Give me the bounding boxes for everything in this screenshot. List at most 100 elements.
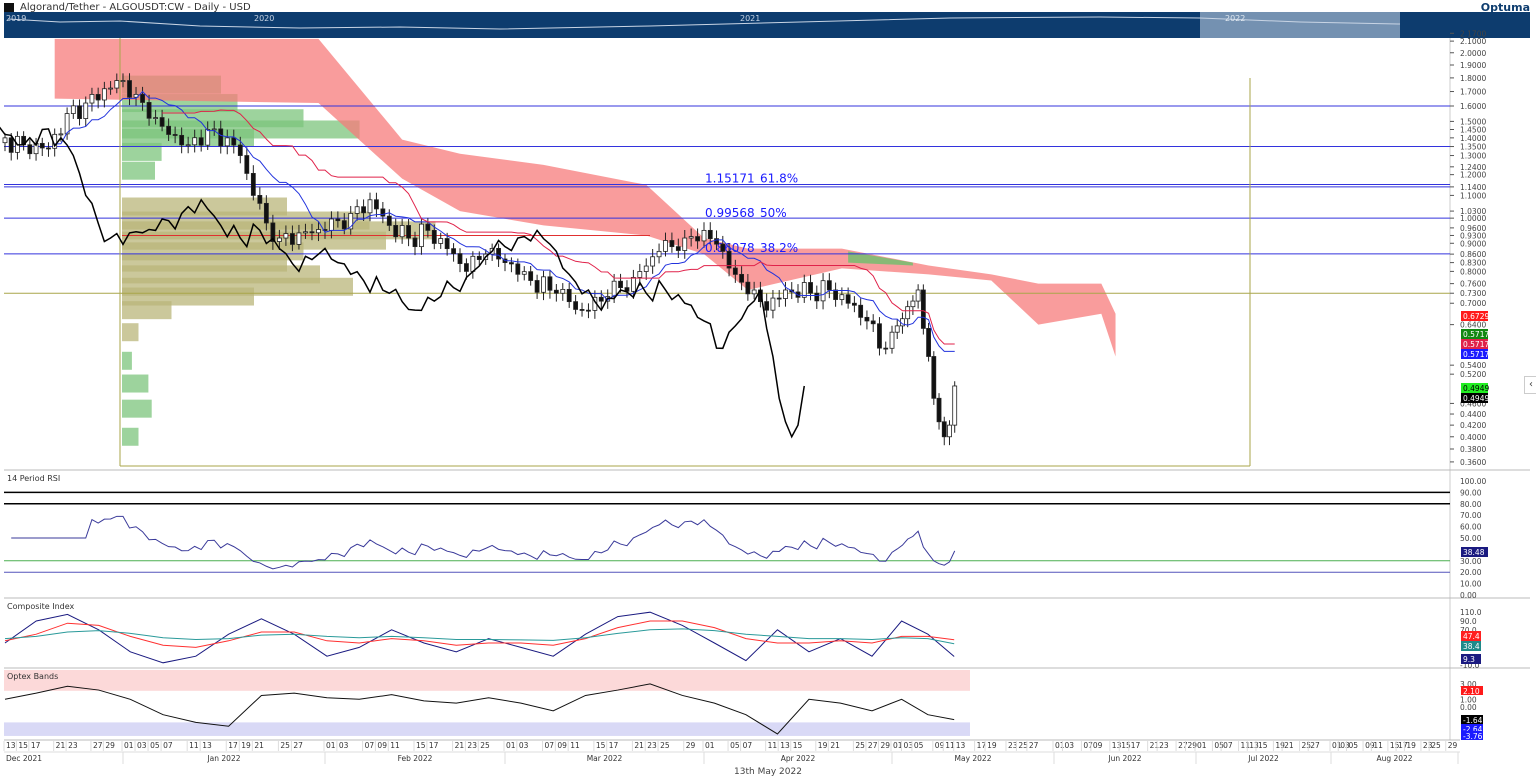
candle-body [250, 173, 256, 196]
date-tick-label: 05 [914, 741, 924, 750]
price-label-value: 0.5717 [1463, 350, 1489, 359]
date-tick-label: 13 [780, 741, 790, 750]
candle-body [172, 134, 178, 136]
optex-panel: 3.001.000.002.10-1.64-2.64-3.76 [4, 670, 1483, 741]
candle-body [361, 206, 366, 214]
date-tick-label: 07 [1223, 741, 1233, 750]
date-tick-label: 21 [634, 741, 644, 750]
date-tick-label: 29 [105, 741, 115, 750]
volume-profile-bar [122, 142, 162, 161]
month-label: Feb 2022 [398, 754, 433, 763]
candle-body [386, 215, 392, 226]
candle-body [457, 253, 463, 264]
candle-body [839, 294, 845, 300]
date-tick-label: 01 [506, 741, 516, 750]
date-tick-label: 21 [56, 741, 66, 750]
candle-body [476, 255, 482, 260]
candle-body [521, 271, 527, 275]
candle-body [406, 225, 411, 239]
date-tick-label: 23 [647, 741, 657, 750]
date-tick-label: 15 [1121, 741, 1131, 750]
candle-body [852, 302, 857, 306]
date-tick-label: 27 [868, 741, 878, 750]
date-tick-label: 19 [987, 741, 997, 750]
date-tick-label: 05 [150, 741, 160, 750]
rsi-tick-label: 0.00 [1460, 591, 1477, 600]
price-tick-label: 0.9000 [1460, 239, 1486, 248]
candle-body [560, 288, 566, 294]
candle-body [826, 280, 832, 291]
candle-body [393, 225, 399, 238]
candle-body [231, 137, 237, 146]
candle-body [598, 296, 604, 302]
candle-body [58, 133, 64, 136]
date-tick-label: 13 [1112, 741, 1122, 750]
candle-body [509, 262, 514, 265]
optex-upper-band [4, 670, 970, 691]
price-label-value: 0.5717 [1463, 330, 1489, 339]
date-tick-label: 27 [1029, 741, 1039, 750]
price-tick-label: 0.6400 [1460, 321, 1486, 330]
date-tick-label: 15 [416, 741, 426, 750]
candle-body [2, 137, 8, 144]
candle-body [547, 276, 553, 291]
composite-tick-label: 90.0 [1460, 617, 1477, 626]
candle-body [745, 281, 751, 295]
candle-body [770, 297, 776, 311]
chart-canvas[interactable]: 2019 2020 2021 2022 1.15171 61.8% 0.99568 5… [0, 0, 1536, 783]
nav-year-2019: 2019 [6, 14, 26, 23]
date-tick-label: 27 [1178, 741, 1188, 750]
date-tick-label: 25 [855, 741, 865, 750]
candle-body [764, 301, 770, 311]
date-tick-label: 29 [880, 741, 890, 750]
price-tick-label: 0.7600 [1460, 280, 1486, 289]
date-tick-label: 07 [545, 741, 555, 750]
price-tick-label: 1.0000 [1460, 214, 1486, 223]
date-tick-label: 27 [93, 741, 103, 750]
candle-body [335, 218, 341, 222]
candle-body [438, 238, 444, 244]
date-tick-label: 25 [280, 741, 290, 750]
date-tick-label: 25 [660, 741, 670, 750]
volume-profile-bar [122, 301, 172, 320]
date-tick-label: 21 [1150, 741, 1160, 750]
candle-body [947, 424, 952, 438]
rsi-tick-label: 60.00 [1460, 523, 1482, 532]
date-tick-label: 17 [228, 741, 238, 750]
candle-body [783, 289, 788, 299]
date-tick-label: 17 [31, 741, 41, 750]
price-label-value: 0.4949 [1463, 394, 1489, 403]
date-tick-label: 23 [1159, 741, 1169, 750]
date-tick-label: 11 [390, 741, 400, 750]
optex-value: 2.10 [1463, 687, 1480, 696]
month-label: Mar 2022 [587, 754, 623, 763]
date-tick-label: 01 [1197, 741, 1207, 750]
date-tick-label: 11 [768, 741, 778, 750]
volume-profile-bar [122, 161, 155, 180]
candle-body [936, 397, 942, 423]
candle-body [695, 236, 700, 242]
composite-slow-line [4, 620, 955, 648]
candle-body [720, 243, 726, 252]
candle-body [877, 323, 882, 349]
price-label-value: 0.5717 [1463, 340, 1489, 349]
candle-body [237, 144, 243, 156]
candle-body [541, 276, 546, 293]
composite-value: 9.3 [1463, 655, 1475, 664]
candle-body [586, 309, 591, 312]
fib-price-label: 1.15171 [705, 171, 755, 185]
date-tick-label: 21 [1284, 741, 1294, 750]
candle-body [883, 347, 889, 350]
date-axis: 13 15 17 21 23 27 29Dec 202101 03 05 07 11 13 17 19 21… [3, 741, 1460, 764]
candle-body [205, 129, 211, 146]
candle-body [276, 237, 282, 242]
rsi-value: 38.48 [1463, 548, 1485, 557]
rsi-tick-label: 90.00 [1460, 488, 1482, 497]
price-tick-label: 1.6000 [1460, 102, 1486, 111]
candle-body [682, 237, 688, 251]
date-tick-label: 15 [793, 741, 803, 750]
candle-body [566, 288, 572, 303]
optex-value: -3.76 [1463, 732, 1483, 741]
date-tick-label: 07 [163, 741, 173, 750]
candle-body [329, 218, 334, 231]
